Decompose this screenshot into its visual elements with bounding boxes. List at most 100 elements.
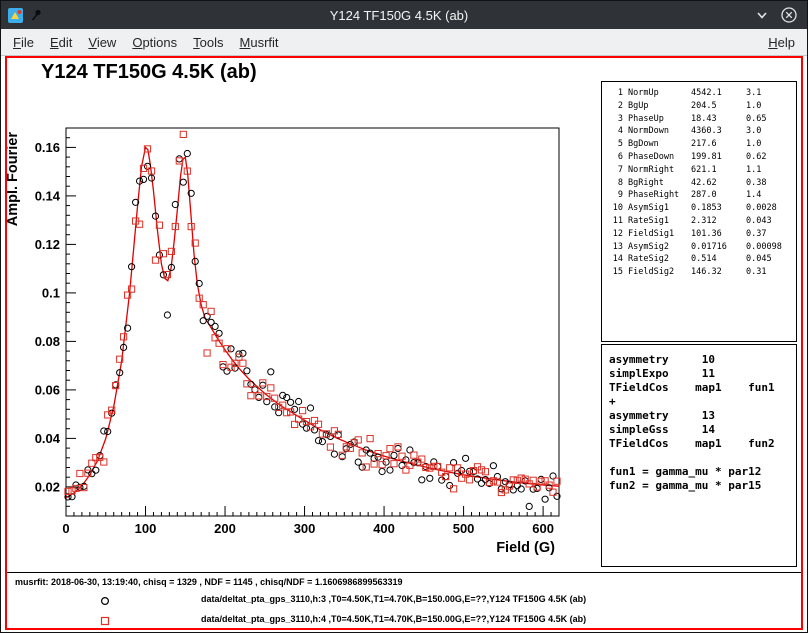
param-row-AsymSig1: 10AsymSig10.18530.0028 [609, 202, 796, 215]
param-name: NormUp [628, 87, 686, 100]
pin-icon[interactable] [29, 8, 43, 22]
param-error: 1.1 [746, 164, 796, 177]
menu-items: FileEditViewOptionsToolsMusrfit [5, 31, 287, 54]
svg-text:0.02: 0.02 [35, 479, 60, 494]
param-idx: 6 [609, 151, 623, 164]
param-name: FieldSig1 [628, 228, 686, 241]
menu-edit[interactable]: Edit [42, 31, 80, 54]
param-idx: 4 [609, 125, 623, 138]
param-idx: 8 [609, 177, 623, 190]
fourier-amplitude-plot[interactable]: 01002003004005006000.020.040.060.080.10.… [7, 88, 607, 570]
param-name: BgUp [628, 100, 686, 113]
svg-text:0.12: 0.12 [35, 237, 60, 252]
legend-label: data/deltat_pta_gps_3110,h:4 ,T0=4.50K,T… [201, 614, 586, 624]
param-idx: 7 [609, 164, 623, 177]
svg-text:500: 500 [453, 521, 475, 536]
plot-title: Y124 TF150G 4.5K (ab) [41, 61, 257, 84]
param-error: 0.043 [746, 215, 796, 228]
svg-text:300: 300 [294, 521, 316, 536]
param-idx: 3 [609, 113, 623, 126]
close-button[interactable] [781, 7, 797, 23]
param-value: 0.01716 [691, 241, 741, 254]
param-name: AsymSig2 [628, 241, 686, 254]
param-name: RateSig2 [628, 253, 686, 266]
param-error: 0.045 [746, 253, 796, 266]
param-idx: 9 [609, 189, 623, 202]
svg-text:400: 400 [373, 521, 395, 536]
param-row-PhaseRight: 9PhaseRight287.01.4 [609, 189, 796, 202]
param-error: 1.0 [746, 100, 796, 113]
root-canvas[interactable]: Y124 TF150G 4.5K (ab) 010020030040050060… [5, 56, 803, 630]
param-idx: 10 [609, 202, 623, 215]
param-value: 621.1 [691, 164, 741, 177]
param-idx: 13 [609, 241, 623, 254]
param-row-BgDown: 5BgDown217.61.0 [609, 138, 796, 151]
menu-musrfit[interactable]: Musrfit [232, 31, 287, 54]
param-error: 3.1 [746, 87, 796, 100]
param-row-BgUp: 2BgUp204.51.0 [609, 100, 796, 113]
param-name: BgDown [628, 138, 686, 151]
legend-item[interactable]: data/deltat_pta_gps_3110,h:3 ,T0=4.50K,T… [7, 590, 801, 610]
svg-text:0: 0 [62, 521, 69, 536]
param-name: FieldSig2 [628, 266, 686, 279]
param-error: 0.00098 [746, 241, 796, 254]
param-idx: 12 [609, 228, 623, 241]
param-row-FieldSig1: 12FieldSig1101.360.37 [609, 228, 796, 241]
svg-text:Ampl. Fourier: Ampl. Fourier [7, 132, 21, 227]
param-name: PhaseRight [628, 189, 686, 202]
param-value: 42.62 [691, 177, 741, 190]
param-name: PhaseUp [628, 113, 686, 126]
theory-statbox[interactable]: asymmetry 10 simplExpo 11 TFieldCos map1… [601, 344, 797, 567]
menu-help[interactable]: Help [760, 31, 803, 54]
svg-text:200: 200 [214, 521, 236, 536]
menu-view[interactable]: View [80, 31, 124, 54]
param-row-RateSig2: 14 RateSig2 0.514 0.045 [609, 253, 796, 266]
param-row-AsymSig2: 13 AsymSig2 0.01716 0.00098 [609, 241, 796, 254]
param-error: 0.62 [746, 151, 796, 164]
param-value: 217.6 [691, 138, 741, 151]
param-idx: 15 [609, 266, 623, 279]
param-row-FieldSig2: 15FieldSig2146.320.31 [609, 266, 796, 279]
param-idx: 11 [609, 215, 623, 228]
menu-tools[interactable]: Tools [185, 31, 231, 54]
param-error: 0.38 [746, 177, 796, 190]
app-window: Y124 TF150G 4.5K (ab) FileEditViewOption… [0, 0, 808, 633]
param-error: 0.37 [746, 228, 796, 241]
menubar: FileEditViewOptionsToolsMusrfit Help [1, 29, 807, 56]
param-value: 199.81 [691, 151, 741, 164]
parameter-statbox[interactable]: 1NormUp4542.13.12BgUp204.51.03PhaseUp18.… [601, 81, 797, 342]
param-error: 1.4 [746, 189, 796, 202]
param-idx: 14 [609, 253, 623, 266]
app-icon [8, 8, 23, 23]
window-title: Y124 TF150G 4.5K (ab) [43, 8, 755, 23]
param-value: 204.5 [691, 100, 741, 113]
svg-text:100: 100 [135, 521, 157, 536]
param-value: 4542.1 [691, 87, 741, 100]
svg-text:0.08: 0.08 [35, 334, 60, 349]
param-row-PhaseUp: 3 PhaseUp 18.43 0.65 [609, 113, 796, 126]
titlebar-left [1, 8, 43, 23]
legend-item[interactable]: data/deltat_pta_gps_3110,h:4 ,T0=4.50K,T… [7, 610, 801, 630]
param-value: 2.312 [691, 215, 741, 228]
param-value: 4360.3 [691, 125, 741, 138]
param-name: NormDown [628, 125, 686, 138]
menu-file[interactable]: File [5, 31, 42, 54]
menu-options[interactable]: Options [124, 31, 185, 54]
param-row-NormRight: 7NormRight621.11.1 [609, 164, 796, 177]
info-pad: musrfit: 2018-06-30, 13:19:40, chisq = 1… [7, 572, 801, 628]
param-idx: 1 [609, 87, 623, 100]
main-pad[interactable]: Y124 TF150G 4.5K (ab) 010020030040050060… [7, 58, 801, 572]
legend-label: data/deltat_pta_gps_3110,h:3 ,T0=4.50K,T… [201, 594, 586, 604]
param-error: 0.65 [746, 113, 796, 126]
param-row-NormUp: 1 NormUp 4542.1 3.1 [609, 87, 796, 100]
svg-text:600: 600 [532, 521, 554, 536]
svg-text:0.16: 0.16 [35, 140, 60, 155]
titlebar[interactable]: Y124 TF150G 4.5K (ab) [1, 1, 807, 29]
param-name: BgRight [628, 177, 686, 190]
square-marker-icon [99, 614, 111, 632]
titlebar-right [755, 7, 807, 23]
param-value: 18.43 [691, 113, 741, 126]
shade-button[interactable] [755, 8, 769, 22]
param-name: PhaseDown [628, 151, 686, 164]
param-value: 0.514 [691, 253, 741, 266]
